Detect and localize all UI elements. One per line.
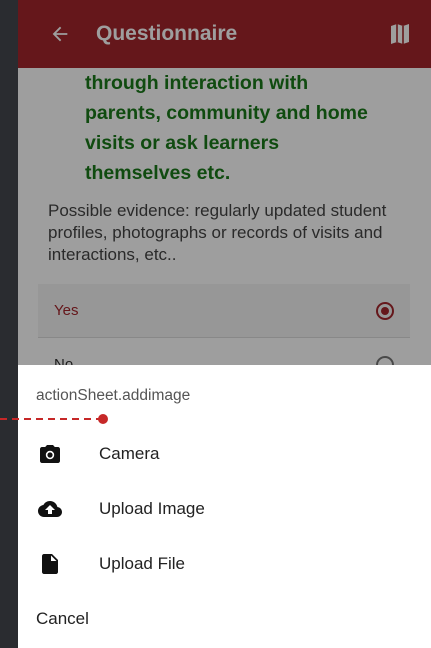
cancel-button[interactable]: Cancel — [36, 609, 89, 629]
camera-option[interactable]: Camera — [18, 428, 431, 480]
camera-label: Camera — [99, 444, 160, 463]
annotation-pointer — [0, 414, 108, 424]
upload-image-label: Upload Image — [99, 499, 205, 518]
action-sheet-title: actionSheet.addimage — [36, 387, 191, 404]
upload-image-option[interactable]: Upload Image — [18, 483, 431, 535]
file-icon — [42, 554, 58, 574]
upload-file-label: Upload File — [99, 554, 185, 573]
cloud-upload-icon — [38, 501, 62, 517]
upload-file-option[interactable]: Upload File — [18, 538, 431, 590]
action-sheet: actionSheet.addimage Camera Upload Image… — [18, 365, 431, 648]
camera-icon — [40, 445, 60, 463]
phone-screen: Questionnaire through interaction with p… — [18, 0, 431, 648]
